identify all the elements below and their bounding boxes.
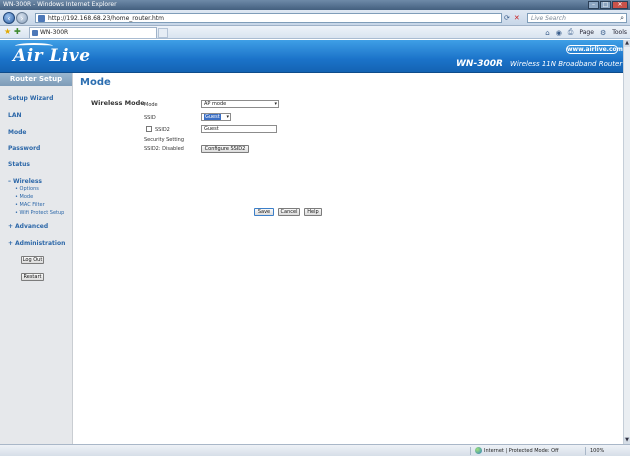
advanced-label: Advanced — [15, 223, 49, 230]
zoom-level[interactable]: 100% — [590, 448, 604, 454]
ssid-label: SSID — [144, 115, 156, 121]
logout-button[interactable]: Log Out — [21, 256, 44, 264]
sidebar-subitem-wifi-protect-setup[interactable]: • Wifi Protect Setup — [15, 210, 64, 216]
feeds-icon[interactable]: ◉ — [556, 29, 562, 37]
restart-button[interactable]: Restart — [21, 273, 44, 281]
sidebar-subitem-mode[interactable]: • Mode — [15, 194, 33, 200]
window-titlebar: WN-300R - Windows Internet Explorer – □ … — [0, 0, 630, 10]
logo-text: Air Live — [13, 46, 91, 66]
security-setting-label: Security Setting — [144, 137, 185, 143]
page-icon — [38, 15, 45, 22]
add-favorite-icon[interactable]: ✚ — [14, 27, 21, 36]
mode-label: Mode — [144, 102, 158, 108]
sidebar-header: Router Setup — [0, 73, 72, 86]
tools-gear-icon: ⚙ — [599, 28, 607, 37]
configure-ssid2-button[interactable]: Configure SSID2 — [201, 145, 249, 153]
status-bar: Internet | Protected Mode: Off 100% — [0, 444, 630, 456]
cancel-button[interactable]: Cancel — [278, 208, 300, 216]
internet-zone-icon — [475, 447, 482, 454]
ssid-select[interactable]: Guest ▾ — [201, 113, 231, 121]
administration-label: Administration — [15, 240, 66, 247]
sidebar-item-advanced[interactable]: + Advanced — [8, 223, 48, 230]
search-input[interactable]: Live Search ⌕ — [527, 13, 627, 23]
browser-tab[interactable]: WN-300R — [29, 27, 157, 38]
page-viewport: Air Live www.airlive.com WN-300R Wireles… — [0, 40, 623, 444]
print-icon[interactable]: ⎙ — [568, 28, 574, 37]
router-banner: Air Live www.airlive.com WN-300R Wireles… — [0, 40, 623, 73]
website-badge[interactable]: www.airlive.com — [566, 45, 623, 54]
expand-plus-icon: + — [8, 240, 14, 247]
model-name: WN-300R — [456, 59, 503, 69]
mode-select[interactable]: AP mode ▾ — [201, 100, 279, 108]
section-title: Wireless Mode — [91, 99, 145, 107]
options-label: Options — [19, 186, 39, 192]
favorites-star-icon[interactable]: ★ — [4, 27, 11, 36]
chevron-down-icon: ▾ — [274, 101, 277, 107]
sidebar-item-wireless[interactable]: – Wireless — [8, 178, 42, 185]
sidebar-subitem-options[interactable]: • Options — [15, 186, 39, 192]
mode-sub-label: Mode — [19, 194, 34, 200]
refresh-icon[interactable]: ⟳ — [504, 14, 510, 22]
sidebar-item-administration[interactable]: + Administration — [8, 240, 65, 247]
back-button[interactable]: ‹ — [3, 12, 15, 24]
sidebar-subitem-mac-filter[interactable]: • MAC Filter — [15, 202, 45, 208]
ssid-select-value: Guest — [204, 114, 221, 120]
help-button[interactable]: Help — [304, 208, 322, 216]
chevron-down-icon: ▾ — [226, 114, 229, 120]
window-title: WN-300R - Windows Internet Explorer — [3, 1, 117, 8]
tab-title: WN-300R — [40, 29, 69, 36]
home-icon[interactable]: ⌂ — [545, 29, 549, 37]
search-placeholder: Live Search — [531, 15, 566, 22]
tools-menu[interactable]: Tools — [612, 29, 627, 36]
mac-filter-label: MAC Filter — [19, 202, 45, 208]
forward-button[interactable]: › — [16, 12, 28, 24]
sidebar-item-status[interactable]: Status — [8, 161, 30, 168]
scroll-down-icon[interactable]: ▼ — [624, 437, 630, 444]
expand-plus-icon: + — [8, 223, 14, 230]
mode-select-value: AP mode — [204, 101, 227, 107]
tab-toolbar: ★ ✚ WN-300R ⌂ ◉ ⎙ Page ⚙ Tools — [0, 26, 630, 39]
scroll-up-icon[interactable]: ▲ — [624, 40, 630, 47]
main-content: Mode Wireless Mode Mode AP mode ▾ SSID G… — [74, 73, 623, 444]
save-button[interactable]: Save — [254, 208, 274, 216]
status-divider — [585, 447, 586, 455]
address-bar[interactable]: http://192.168.68.23/home_router.htm — [35, 13, 502, 23]
close-window-button[interactable]: ✕ — [612, 1, 628, 9]
new-tab-button[interactable] — [158, 28, 168, 38]
ssid2-disabled-status: SSID2: Disabled — [144, 146, 184, 152]
wireless-label: Wireless — [13, 178, 42, 185]
status-zone-text: Internet | Protected Mode: Off — [484, 448, 559, 454]
sidebar-item-mode[interactable]: Mode — [8, 129, 26, 136]
vertical-scrollbar[interactable]: ▲ ▼ — [623, 40, 630, 444]
logo-swoosh-icon — [15, 43, 53, 49]
wps-label: Wifi Protect Setup — [19, 210, 65, 216]
airlive-logo: Air Live — [13, 43, 91, 66]
collapse-dash-icon: – — [8, 178, 11, 185]
product-tagline: Wireless 11N Broadband Router — [510, 60, 623, 68]
router-sidebar: Router Setup Setup Wizard LAN Mode Passw… — [0, 73, 73, 444]
ssid2-input[interactable]: Guest — [201, 125, 277, 133]
address-toolbar: ‹ › http://192.168.68.23/home_router.htm… — [0, 10, 630, 26]
stop-icon[interactable]: ✕ — [514, 14, 520, 22]
ssid2-label: SSID2 — [155, 127, 170, 133]
ssid2-checkbox[interactable] — [146, 126, 152, 132]
sidebar-item-lan[interactable]: LAN — [8, 112, 22, 119]
page-title: Mode — [80, 77, 111, 88]
maximize-button[interactable]: □ — [600, 1, 611, 9]
minimize-button[interactable]: – — [588, 1, 599, 9]
sidebar-item-password[interactable]: Password — [8, 145, 40, 152]
tab-page-icon — [32, 30, 38, 36]
sidebar-item-setup-wizard[interactable]: Setup Wizard — [8, 95, 53, 102]
page-menu[interactable]: Page — [579, 29, 594, 36]
search-icon[interactable]: ⌕ — [620, 14, 624, 23]
status-divider — [470, 447, 471, 455]
address-url: http://192.168.68.23/home_router.htm — [48, 15, 164, 22]
